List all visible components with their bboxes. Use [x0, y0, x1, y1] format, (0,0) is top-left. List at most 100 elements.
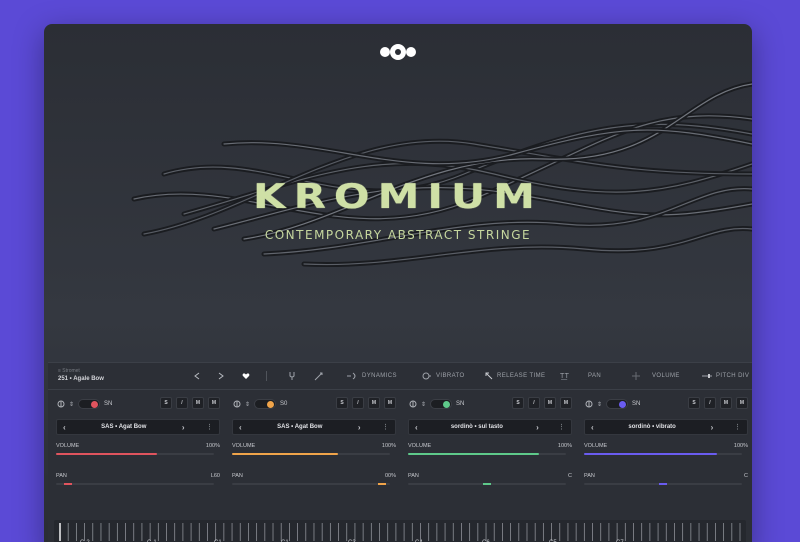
mute-button-2[interactable]: M [560, 397, 572, 409]
toggle-knob [267, 401, 275, 408]
pan-value: C [744, 473, 748, 479]
more-icon[interactable]: ⋮ [558, 423, 565, 431]
mute-button[interactable]: M [368, 397, 380, 409]
pan-label: PAN [56, 473, 67, 479]
volume-value: 100% [381, 443, 396, 449]
chevron-right-icon[interactable]: › [711, 423, 714, 432]
toggle-knob [443, 401, 451, 408]
mute-button[interactable]: M [192, 397, 204, 409]
volume-value: 100% [557, 443, 572, 449]
volume-label: VOLUME [408, 443, 432, 449]
articulation-selector[interactable]: ‹ sordinò • sul tasto › ⋮ [408, 419, 572, 435]
pan-marker [377, 483, 386, 485]
mic-icon [57, 400, 65, 408]
pan-slider[interactable] [584, 483, 742, 485]
volume-label: VOLUME [652, 373, 680, 379]
piano-keyboard[interactable]: C-2C-1C1C1C3C4C6C5C7 [54, 520, 746, 542]
volume-slider[interactable] [56, 453, 214, 455]
volume-fill [584, 453, 717, 455]
chevron-right-icon[interactable]: › [536, 423, 539, 432]
app-logo-icon [380, 44, 416, 60]
volume-fill [408, 453, 540, 455]
mute-button-2[interactable]: M [736, 397, 748, 409]
solo-button[interactable]: S [688, 397, 700, 409]
mute-button[interactable]: M [720, 397, 732, 409]
separator [266, 363, 267, 389]
vibrato-icon [422, 372, 431, 380]
more-icon[interactable]: ⋮ [734, 423, 741, 431]
volume-slider[interactable] [408, 453, 566, 455]
channel-toggle[interactable] [430, 399, 453, 409]
mute-button-2[interactable]: M [384, 397, 396, 409]
prev-preset-button[interactable] [194, 363, 200, 389]
pitch-div-control[interactable]: PITCH DIV [702, 363, 749, 389]
solo-button[interactable]: S [512, 397, 524, 409]
pan-slider[interactable] [408, 483, 566, 485]
next-preset-button[interactable] [218, 363, 224, 389]
channel-sn-label: SN [632, 401, 641, 407]
bow-button[interactable] [314, 363, 323, 389]
slider-icon [702, 374, 712, 378]
volume-label: VOLUME [232, 443, 256, 449]
more-icon[interactable]: ⋮ [206, 423, 213, 431]
mute-button-2[interactable]: M [208, 397, 220, 409]
control-panel: ≡ Stromet 251 • Agale Bow DYNAMICS VIBRA… [48, 362, 752, 542]
release-time-label: RELEASE TIME [497, 373, 546, 379]
slash-button[interactable]: / [704, 397, 716, 409]
solo-button[interactable]: S [160, 397, 172, 409]
channel-toggle[interactable] [78, 399, 101, 409]
chevron-right-icon [218, 372, 224, 380]
slash-button[interactable]: / [176, 397, 188, 409]
volume-fill [56, 453, 158, 455]
articulation-name: SAS • Agat Bow [277, 424, 323, 430]
pan-marker [659, 483, 667, 485]
more-icon[interactable]: ⋮ [382, 423, 389, 431]
chevron-right-icon[interactable]: › [358, 423, 361, 432]
tuning-fork-icon [289, 372, 295, 380]
channel-toggle[interactable] [254, 399, 277, 409]
mute-button[interactable]: M [544, 397, 556, 409]
release-time-control[interactable]: RELEASE TIME [485, 363, 545, 389]
preset-name: 251 • Agale Bow [58, 376, 104, 382]
articulation-name: SAS • Agat Bow [101, 424, 147, 430]
chevron-right-icon[interactable]: › [182, 423, 185, 432]
volume-value: 100% [733, 443, 748, 449]
chevron-left-icon[interactable]: ‹ [591, 423, 594, 432]
volume-control[interactable]: VOLUME [652, 363, 680, 389]
release-icon [485, 372, 493, 380]
channel-strip-4: ⇕ SN S / M M ‹ sordinò • vibrato › ⋮ VOL… [584, 393, 748, 489]
mic-icon [409, 400, 417, 408]
dynamics-control[interactable]: DYNAMICS [346, 363, 397, 389]
volume-fill [232, 453, 338, 455]
pan-value: C [568, 473, 572, 479]
slash-button[interactable]: / [528, 397, 540, 409]
slash-button[interactable]: / [352, 397, 364, 409]
channel-toggle[interactable] [606, 399, 629, 409]
chevron-left-icon[interactable]: ‹ [239, 423, 242, 432]
preset-selector[interactable]: ≡ Stromet 251 • Agale Bow [58, 367, 104, 383]
pan-label: PAN [588, 373, 602, 379]
solo-button[interactable]: S [336, 397, 348, 409]
articulation-name: sordinò • vibrato [628, 424, 676, 430]
channel-sn-label: SN [456, 401, 465, 407]
articulation-selector[interactable]: ‹ sordinò • vibrato › ⋮ [584, 419, 748, 435]
pan-slider[interactable] [232, 483, 390, 485]
vibrato-control[interactable]: VIBRATO [422, 363, 465, 389]
pan-control[interactable]: PAN [588, 363, 601, 389]
tuning-fork-button[interactable] [288, 363, 296, 389]
articulation-selector[interactable]: ‹ SAS • Agat Bow › ⋮ [56, 419, 220, 435]
chevron-left-icon[interactable]: ‹ [415, 423, 418, 432]
pan-slider[interactable] [56, 483, 214, 485]
text-transform-button[interactable]: T͟T [560, 363, 569, 389]
channel-strip-2: ⇕ S0 S / M M ‹ SAS • Agat Bow › ⋮ VOLUME… [232, 393, 396, 489]
crosshair-icon [632, 363, 640, 389]
favorite-button[interactable] [242, 363, 250, 389]
pan-label: PAN [584, 473, 595, 479]
text-transform-icon: T͟T [560, 372, 570, 380]
chevron-left-icon[interactable]: ‹ [63, 423, 66, 432]
chevron-left-icon [194, 372, 200, 380]
volume-slider[interactable] [232, 453, 390, 455]
articulation-selector[interactable]: ‹ SAS • Agat Bow › ⋮ [232, 419, 396, 435]
toolbar: ≡ Stromet 251 • Agale Bow DYNAMICS VIBRA… [48, 363, 752, 389]
volume-slider[interactable] [584, 453, 742, 455]
